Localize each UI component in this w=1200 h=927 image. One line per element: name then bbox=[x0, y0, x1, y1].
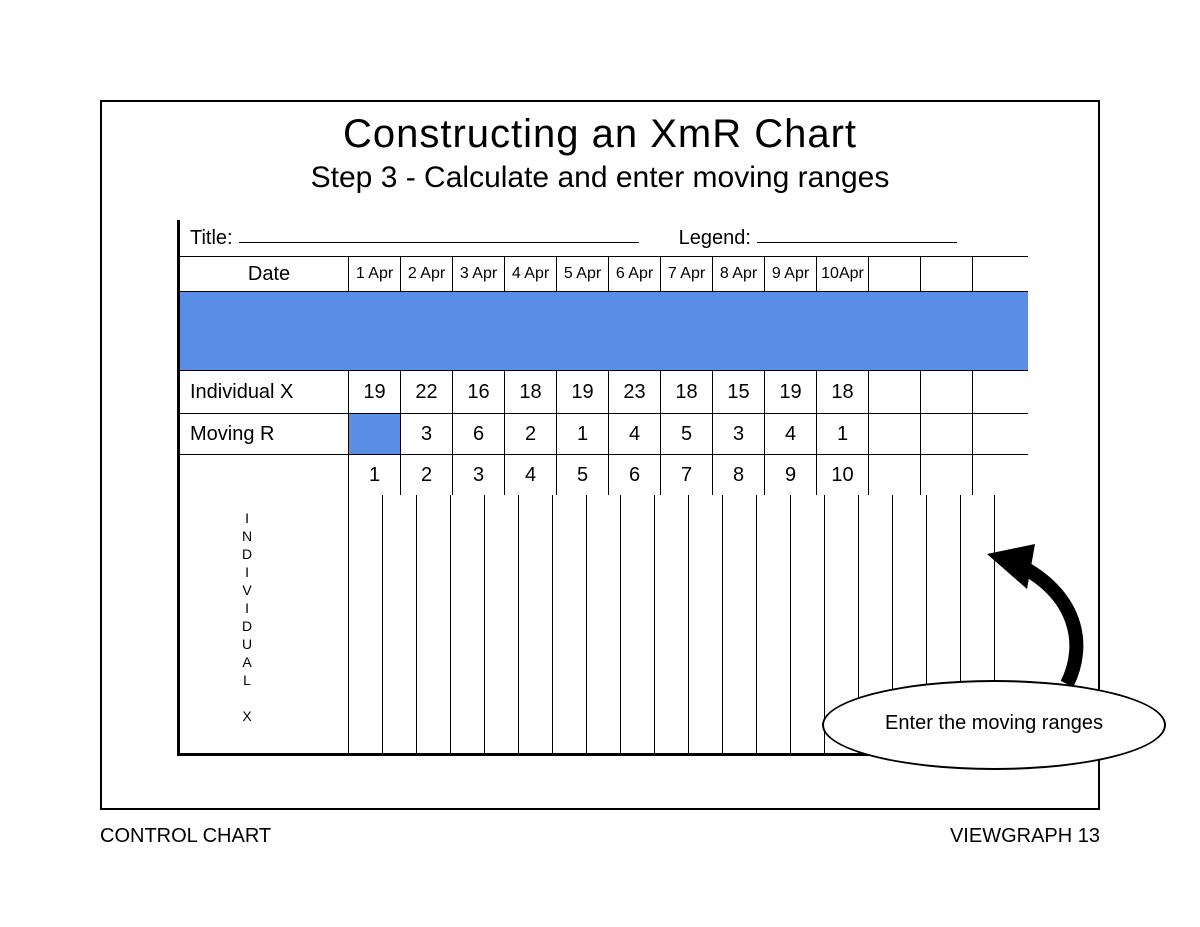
subtitle: Step 3 - Calculate and enter moving rang… bbox=[102, 161, 1098, 195]
idx-cell: 6 bbox=[608, 455, 660, 495]
individual-x-row: Individual X 19 22 16 18 19 23 18 15 19 … bbox=[180, 370, 1028, 413]
mr-cell: 1 bbox=[556, 414, 608, 454]
moving-r-row: Moving R 3 6 2 1 4 5 3 4 1 bbox=[180, 413, 1028, 454]
date-cell: 6 Apr bbox=[608, 257, 660, 291]
individual-x-label: Individual X bbox=[180, 371, 348, 413]
title-blank bbox=[239, 220, 639, 243]
moving-r-label: Moving R bbox=[180, 414, 348, 454]
mr-cell: 3 bbox=[400, 414, 452, 454]
callout-bubble: Enter the moving ranges bbox=[822, 680, 1166, 770]
idx-cell: 5 bbox=[556, 455, 608, 495]
date-cell: 9 Apr bbox=[764, 257, 816, 291]
x-cell: 22 bbox=[400, 371, 452, 413]
idx-cell: 10 bbox=[816, 455, 868, 495]
mr-cell: 4 bbox=[608, 414, 660, 454]
index-label bbox=[180, 455, 348, 495]
idx-cell: 1 bbox=[348, 455, 400, 495]
title-label: Title: bbox=[180, 220, 233, 256]
mr-cell: 6 bbox=[452, 414, 504, 454]
idx-cell: 4 bbox=[504, 455, 556, 495]
idx-cell: 7 bbox=[660, 455, 712, 495]
mr-cell: 3 bbox=[712, 414, 764, 454]
date-header: Date bbox=[180, 257, 348, 291]
mr-cell: 4 bbox=[764, 414, 816, 454]
mr-cell: 1 bbox=[816, 414, 868, 454]
idx-cell bbox=[972, 455, 1024, 495]
mr-cell: 5 bbox=[660, 414, 712, 454]
x-cell bbox=[868, 371, 920, 413]
title-legend-row: Title: Legend: bbox=[180, 220, 1028, 256]
date-row: Date 1 Apr 2 Apr 3 Apr 4 Apr 5 Apr 6 Apr… bbox=[180, 256, 1028, 291]
x-cell bbox=[920, 371, 972, 413]
x-cell: 19 bbox=[348, 371, 400, 413]
arrow-icon bbox=[987, 544, 1107, 694]
x-cell: 16 bbox=[452, 371, 504, 413]
date-cell: 10Apr bbox=[816, 257, 868, 291]
date-cell: 4 Apr bbox=[504, 257, 556, 291]
y-axis-label: INDIVIDUALX bbox=[242, 509, 254, 725]
x-cell: 19 bbox=[556, 371, 608, 413]
idx-cell: 9 bbox=[764, 455, 816, 495]
slide-frame: Constructing an XmR Chart Step 3 - Calcu… bbox=[100, 100, 1100, 810]
date-cell bbox=[868, 257, 920, 291]
date-cell bbox=[972, 257, 1024, 291]
date-cell: 5 Apr bbox=[556, 257, 608, 291]
idx-cell: 3 bbox=[452, 455, 504, 495]
x-cell bbox=[972, 371, 1024, 413]
x-cell: 15 bbox=[712, 371, 764, 413]
date-cell: 3 Apr bbox=[452, 257, 504, 291]
mr-cell bbox=[868, 414, 920, 454]
date-cell: 2 Apr bbox=[400, 257, 452, 291]
date-cell: 7 Apr bbox=[660, 257, 712, 291]
legend-blank bbox=[757, 220, 957, 243]
idx-cell bbox=[920, 455, 972, 495]
blue-band bbox=[180, 291, 1028, 370]
index-row: 1 2 3 4 5 6 7 8 9 10 bbox=[180, 454, 1028, 495]
x-cell: 18 bbox=[660, 371, 712, 413]
footer-right: VIEWGRAPH 13 bbox=[950, 825, 1100, 848]
date-cell bbox=[920, 257, 972, 291]
mr-cell-blank bbox=[348, 414, 400, 454]
x-cell: 18 bbox=[816, 371, 868, 413]
x-cell: 19 bbox=[764, 371, 816, 413]
idx-cell: 8 bbox=[712, 455, 764, 495]
data-sheet: Title: Legend: Date 1 Apr 2 Apr 3 Apr 4 … bbox=[177, 220, 1028, 756]
main-title: Constructing an XmR Chart bbox=[102, 112, 1098, 157]
x-cell: 23 bbox=[608, 371, 660, 413]
date-cell: 1 Apr bbox=[348, 257, 400, 291]
mr-cell bbox=[920, 414, 972, 454]
idx-cell bbox=[868, 455, 920, 495]
legend-label: Legend: bbox=[669, 220, 751, 256]
idx-cell: 2 bbox=[400, 455, 452, 495]
x-cell: 18 bbox=[504, 371, 556, 413]
y-axis-area: INDIVIDUALX bbox=[180, 495, 348, 753]
page: Constructing an XmR Chart Step 3 - Calcu… bbox=[0, 0, 1200, 927]
footer-left: CONTROL CHART bbox=[100, 825, 271, 848]
mr-cell bbox=[972, 414, 1024, 454]
date-cell: 8 Apr bbox=[712, 257, 764, 291]
mr-cell: 2 bbox=[504, 414, 556, 454]
